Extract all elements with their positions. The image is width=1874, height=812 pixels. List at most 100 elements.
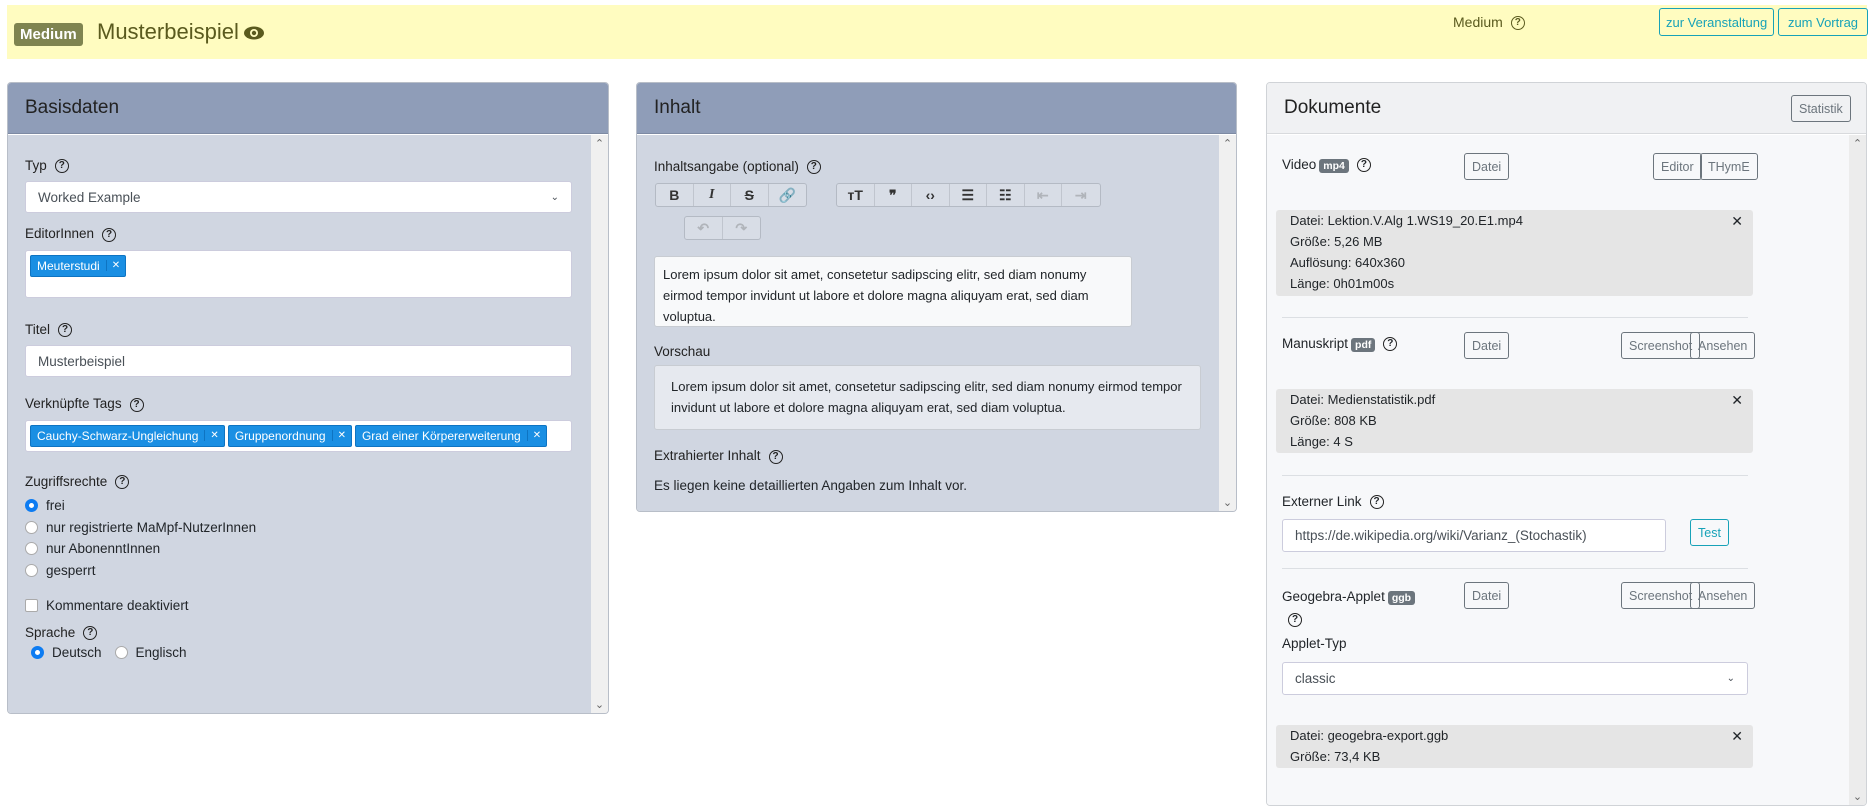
help-icon[interactable]: ? [1510, 16, 1525, 31]
statistics-button[interactable]: Statistik [1791, 95, 1851, 122]
undo-icon[interactable]: ↶ [685, 217, 723, 239]
typ-select[interactable]: Worked Example ⌄ [25, 181, 572, 214]
comments-checkbox[interactable]: Kommentare deaktiviert [25, 595, 573, 617]
scroll-down-icon[interactable]: ⌄ [591, 698, 608, 711]
scrollbar[interactable]: ⌃ ⌄ [1849, 135, 1866, 805]
video-thyme-button[interactable]: THymE [1700, 153, 1758, 180]
access-radio-subscribers[interactable]: nur AbonenntInnen [25, 538, 573, 560]
format-toolbar: B I S 🔗 [655, 183, 807, 207]
link-icon[interactable]: 🔗 [769, 184, 807, 206]
redo-icon[interactable]: ↷ [723, 217, 761, 239]
panel-title-text: Dokumente [1284, 97, 1382, 118]
radio-label: frei [46, 498, 65, 514]
remove-icon[interactable]: ✕ [331, 430, 351, 442]
scroll-up-icon[interactable]: ⌃ [591, 137, 608, 150]
video-label: Video [1282, 157, 1317, 172]
heading-icon[interactable]: тT [837, 184, 875, 206]
panel-body: Typ? Worked Example ⌄ EditorInnen? Meuter… [8, 135, 608, 713]
scroll-down-icon[interactable]: ⌄ [1219, 496, 1236, 509]
external-link-label: Externer Link [1282, 494, 1362, 509]
applet-type-value: classic [1295, 671, 1336, 686]
extracted-text: Es liegen keine detaillierten Angaben zu… [654, 477, 967, 493]
quote-icon[interactable]: ❞ [875, 184, 912, 206]
lang-radio-deutsch[interactable]: Deutsch [31, 642, 102, 664]
manuscript-info-box: ✕ Datei: Medienstatistik.pdf Größe: 808 K… [1276, 389, 1753, 453]
lang-radio-englisch[interactable]: Englisch [114, 642, 187, 664]
summary-label: Inhaltsangabe (optional) [654, 159, 799, 174]
chip-label: Grad einer Körpererweiterung [361, 428, 521, 443]
applet-type-label: Applet-Typ [1282, 636, 1347, 651]
close-icon[interactable]: ✕ [1731, 390, 1743, 411]
external-link-value: https://de.wikipedia.org/wiki/Varianz_(S… [1295, 528, 1587, 543]
tags-input[interactable]: Cauchy-Schwarz-Ungleichung ✕ Gruppenordnu… [25, 419, 572, 452]
bullet-list-icon[interactable]: ☰ [950, 184, 987, 206]
access-radio-locked[interactable]: gesperrt [25, 560, 573, 582]
test-link-button[interactable]: Test [1690, 519, 1729, 546]
scroll-up-icon[interactable]: ⌃ [1849, 137, 1866, 150]
manuscript-screenshot-button[interactable]: Screenshot [1621, 332, 1701, 359]
geogebra-file-button[interactable]: Datei [1464, 582, 1510, 609]
scrollbar[interactable]: ⌃ ⌄ [591, 135, 608, 713]
outdent-icon[interactable]: ⇤ [1025, 184, 1062, 206]
eye-icon[interactable] [243, 25, 265, 41]
help-icon[interactable]: ? [806, 160, 821, 175]
typ-value: Worked Example [38, 189, 141, 205]
help-icon[interactable]: ? [1356, 158, 1371, 173]
help-icon[interactable]: ? [83, 626, 98, 641]
medium-label-text: Medium [1453, 14, 1503, 30]
geogebra-screenshot-button[interactable]: Screenshot [1621, 582, 1701, 609]
remove-icon[interactable]: ✕ [204, 430, 223, 442]
help-icon[interactable]: ? [54, 159, 69, 174]
geogebra-info-box: ✕ Datei: geogebra-export.ggb Größe: 73,4 … [1276, 725, 1753, 768]
help-icon[interactable]: ? [1288, 613, 1302, 628]
radio-icon [25, 542, 38, 556]
radio-icon [25, 520, 38, 534]
close-icon[interactable]: ✕ [1731, 726, 1743, 747]
radio-label: nur registrierte MaMpf-NutzerInnen [46, 519, 257, 535]
history-toolbar: ↶ ↷ [684, 216, 761, 240]
to-event-button[interactable]: zur Veranstaltung [1659, 8, 1775, 36]
radio-label: nur AbonenntInnen [46, 541, 161, 557]
video-file-button[interactable]: Datei [1464, 153, 1510, 180]
panel-body: Inhaltsangabe (optional)? B I S 🔗 тT ❞ ‹› ☰ ☷ ⇤ ⇥… [637, 135, 1236, 511]
scrollbar[interactable]: ⌃ ⌄ [1219, 135, 1236, 511]
numbered-list-icon[interactable]: ☷ [987, 184, 1025, 206]
italic-icon[interactable]: I [694, 184, 731, 206]
geogebra-view-button[interactable]: Ansehen [1690, 582, 1756, 609]
external-link-input[interactable]: https://de.wikipedia.org/wiki/Varianz_(S… [1282, 519, 1666, 552]
scroll-down-icon[interactable]: ⌄ [1849, 790, 1866, 803]
basisdaten-panel: Basisdaten Typ? Worked Example ⌄ EditorIn… [7, 82, 609, 714]
help-icon[interactable]: ? [129, 397, 144, 412]
radio-icon [31, 646, 44, 660]
video-editor-button[interactable]: Editor [1653, 153, 1702, 180]
close-icon[interactable]: ✕ [1731, 211, 1743, 232]
panel-title: Dokumente [1267, 83, 1866, 134]
to-talk-button[interactable]: zum Vortrag [1778, 8, 1868, 36]
summary-editor[interactable]: Lorem ipsum dolor sit amet, consetetur s… [654, 256, 1132, 328]
editors-label: EditorInnen [25, 226, 95, 242]
indent-icon[interactable]: ⇥ [1062, 184, 1100, 206]
applet-type-select[interactable]: classic ⌄ [1282, 662, 1748, 695]
remove-icon[interactable]: ✕ [526, 430, 546, 442]
help-icon[interactable]: ? [1369, 495, 1384, 510]
file-type-badge: ggb [1387, 591, 1416, 605]
titel-input[interactable]: Musterbeispiel [25, 345, 572, 378]
remove-icon[interactable]: ✕ [105, 260, 125, 272]
divider [1282, 317, 1748, 318]
info-line: Datei: Lektion.V.Alg 1.WS19_20.E1.mp4 [1290, 213, 1523, 228]
help-icon[interactable]: ? [1383, 337, 1398, 352]
help-icon[interactable]: ? [58, 323, 73, 338]
code-icon[interactable]: ‹› [912, 184, 950, 206]
help-icon[interactable]: ? [102, 227, 117, 242]
manuscript-file-button[interactable]: Datei [1464, 332, 1510, 359]
help-icon[interactable]: ? [768, 449, 783, 464]
strikethrough-icon[interactable]: S [731, 184, 769, 206]
access-radio-registered[interactable]: nur registrierte MaMpf-NutzerInnen [25, 517, 573, 539]
access-radio-frei[interactable]: frei [25, 495, 573, 517]
language-label: Sprache [25, 624, 76, 640]
manuscript-view-button[interactable]: Ansehen [1690, 332, 1756, 359]
help-icon[interactable]: ? [115, 475, 130, 490]
editors-input[interactable]: Meuterstudi ✕ [25, 249, 572, 298]
bold-icon[interactable]: B [656, 184, 694, 206]
scroll-up-icon[interactable]: ⌃ [1219, 137, 1236, 150]
